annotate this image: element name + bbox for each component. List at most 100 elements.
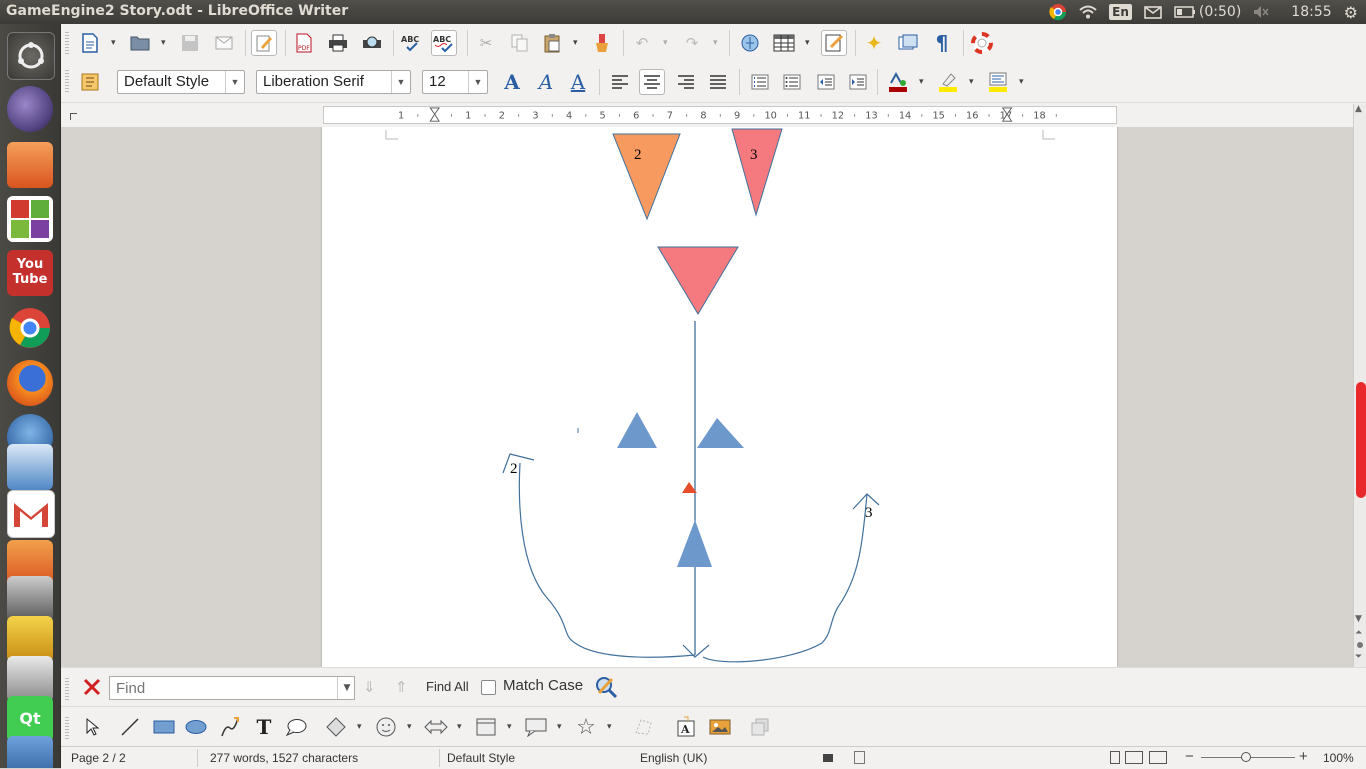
gmail-icon[interactable] <box>7 490 55 538</box>
blue-triangle-shape[interactable] <box>697 418 744 448</box>
callout-tool-icon[interactable] <box>283 714 309 740</box>
youtube-icon[interactable]: You Tube <box>7 250 53 296</box>
clock[interactable]: 18:55 <box>1291 4 1331 20</box>
wifi-icon[interactable] <box>1079 5 1097 19</box>
save-icon[interactable] <box>177 30 203 56</box>
page-number[interactable]: Page 2 / 2 <box>71 751 126 765</box>
table-dropdown-icon[interactable]: ▾ <box>805 39 813 48</box>
toolbar-grip[interactable] <box>65 717 69 739</box>
match-case-checkbox[interactable] <box>481 680 496 695</box>
open-dropdown-icon[interactable]: ▾ <box>161 39 169 48</box>
word-count[interactable]: 277 words, 1527 characters <box>210 751 358 765</box>
line-tool-icon[interactable] <box>117 714 143 740</box>
ellipse-tool-icon[interactable] <box>183 714 209 740</box>
blue-triangle-shape[interactable] <box>617 412 657 448</box>
undo-icon[interactable]: ↶ <box>629 30 655 56</box>
bold-icon[interactable]: A <box>499 69 525 95</box>
highlighting-dropdown-icon[interactable]: ▾ <box>969 78 977 87</box>
redo-icon[interactable]: ↷ <box>679 30 705 56</box>
spellcheck-icon[interactable]: ABC <box>399 30 425 56</box>
undo-dropdown-icon[interactable]: ▾ <box>663 39 671 48</box>
find-all-button[interactable]: Find All <box>426 679 469 694</box>
vertical-scrollbar[interactable]: ▲ ▼ ⏶ ⏷ <box>1353 104 1366 667</box>
italic-icon[interactable]: A <box>533 69 559 95</box>
document-area[interactable]: 2 3 2 3 <box>61 127 1353 667</box>
scroll-up-icon[interactable]: ▲ <box>1355 104 1362 114</box>
stars-icon[interactable]: ☆ <box>573 714 599 740</box>
find-next-icon[interactable]: ⇓ <box>363 678 376 696</box>
email-icon[interactable] <box>211 30 237 56</box>
justify-icon[interactable] <box>705 69 731 95</box>
single-page-view-icon[interactable] <box>1110 751 1120 764</box>
select-arrow-icon[interactable] <box>79 714 105 740</box>
navigation-icon[interactable] <box>1357 642 1363 648</box>
zoom-slider[interactable] <box>1201 752 1295 762</box>
callouts-dropdown-icon[interactable]: ▾ <box>557 723 565 732</box>
chevron-down-icon[interactable]: ▼ <box>391 71 410 93</box>
firefox-icon[interactable] <box>7 360 53 406</box>
copy-icon[interactable] <box>507 30 533 56</box>
underline-icon[interactable]: A <box>565 69 591 95</box>
edit-mode-icon[interactable] <box>251 30 277 56</box>
find-history-dropdown[interactable]: ▼ <box>337 677 356 699</box>
font-color-dropdown-icon[interactable]: ▾ <box>919 78 927 87</box>
flowchart-dropdown-icon[interactable]: ▾ <box>507 723 515 732</box>
keyboard-layout-indicator[interactable]: En <box>1109 4 1132 20</box>
page-style[interactable]: Default Style <box>447 751 515 765</box>
volume-muted-icon[interactable] <box>1253 5 1269 19</box>
flowchart-icon[interactable] <box>473 714 499 740</box>
libreoffice-icon[interactable] <box>7 196 53 242</box>
rectangle-tool-icon[interactable] <box>151 714 177 740</box>
book-view-icon[interactable] <box>1149 751 1167 764</box>
zoom-in-icon[interactable]: + <box>1299 748 1308 765</box>
language[interactable]: English (UK) <box>640 751 707 765</box>
export-pdf-icon[interactable]: PDF <box>291 30 317 56</box>
zoom-out-icon[interactable]: − <box>1185 748 1194 765</box>
auto-spellcheck-icon[interactable]: ABC <box>431 30 457 56</box>
scroll-down-icon[interactable]: ▼ <box>1355 614 1362 624</box>
show-draw-functions-icon[interactable] <box>821 30 847 56</box>
new-dropdown-icon[interactable]: ▾ <box>111 39 119 48</box>
increase-indent-icon[interactable] <box>845 69 871 95</box>
document-modified-icon[interactable] <box>854 751 865 764</box>
align-right-icon[interactable] <box>673 69 699 95</box>
bullets-icon[interactable] <box>779 69 805 95</box>
print-icon[interactable] <box>325 30 351 56</box>
multi-page-view-icon[interactable] <box>1125 751 1143 764</box>
ubuntu-dash-icon[interactable] <box>7 32 55 80</box>
toolbar-grip[interactable] <box>65 678 69 700</box>
horizontal-ruler[interactable]: 1123456789101112131415161718 <box>323 106 1117 124</box>
text-tool-icon[interactable]: T <box>251 714 277 740</box>
salmon-triangle-shape[interactable] <box>731 128 783 217</box>
font-name-combobox[interactable]: Liberation Serif ▼ <box>256 70 411 94</box>
files-icon[interactable] <box>7 142 53 188</box>
toolbar-grip[interactable] <box>65 32 69 54</box>
writer-icon[interactable] <box>7 444 53 490</box>
app-icon[interactable] <box>7 736 53 768</box>
block-arrows-dropdown-icon[interactable]: ▾ <box>457 723 465 732</box>
stars-dropdown-icon[interactable]: ▾ <box>607 723 615 732</box>
left-arrowhead-shape[interactable] <box>502 453 535 474</box>
decrease-indent-icon[interactable] <box>813 69 839 95</box>
navigator-icon[interactable]: ✦ <box>861 30 887 56</box>
vertical-scrollbar-thumb[interactable] <box>1356 382 1366 498</box>
zoom-level[interactable]: 100% <box>1323 751 1354 765</box>
find-previous-icon[interactable]: ⇑ <box>395 678 408 696</box>
freeform-line-icon[interactable] <box>217 714 243 740</box>
block-arrows-icon[interactable] <box>423 714 449 740</box>
symbol-shapes-dropdown-icon[interactable]: ▾ <box>407 723 415 732</box>
styles-formatting-icon[interactable] <box>77 69 103 95</box>
clone-formatting-icon[interactable] <box>589 30 615 56</box>
left-curve-shape[interactable] <box>518 462 696 658</box>
background-color-icon[interactable] <box>985 69 1011 95</box>
session-gear-icon[interactable]: ⚙ <box>1344 3 1358 22</box>
help-icon[interactable] <box>969 30 995 56</box>
chrome-icon[interactable] <box>7 305 53 351</box>
align-center-icon[interactable] <box>639 69 665 95</box>
hyperlink-icon[interactable] <box>737 30 763 56</box>
previous-page-icon[interactable]: ⏶ <box>1355 628 1362 638</box>
callouts-icon[interactable] <box>523 714 549 740</box>
paste-icon[interactable] <box>539 30 565 56</box>
align-left-icon[interactable] <box>607 69 633 95</box>
find-replace-icon[interactable] <box>594 675 618 699</box>
